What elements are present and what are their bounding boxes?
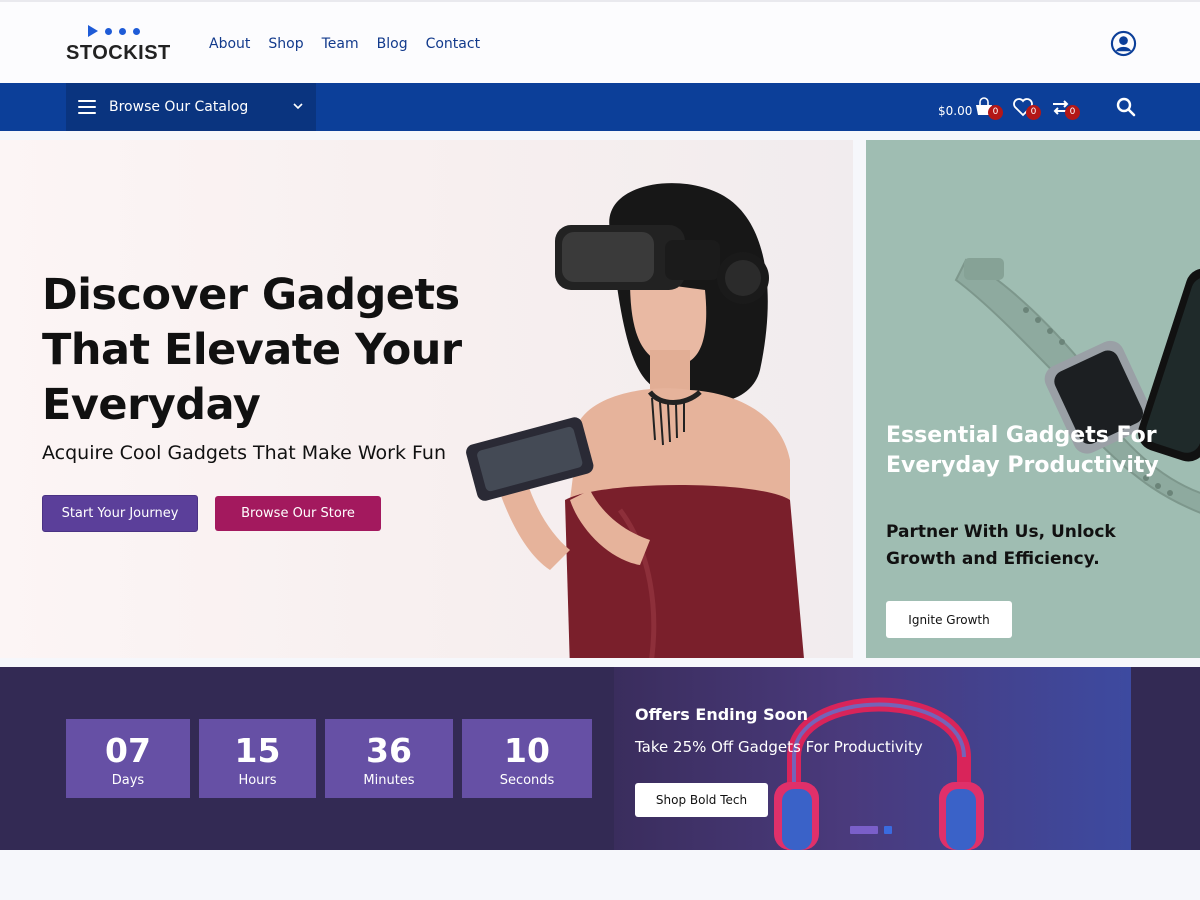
site-header: STOCKIST About Shop Team Blog Contact [0,0,1200,83]
countdown-hours: 15 Hours [199,719,316,798]
catalog-label: Browse Our Catalog [109,99,249,115]
cart-count-badge: 0 [988,105,1003,120]
browse-store-button[interactable]: Browse Our Store [215,496,381,531]
slider-dot-active[interactable] [850,826,878,834]
hero-subtitle: Acquire Cool Gadgets That Make Work Fun [42,442,447,464]
offer-promo-banner: Offers Ending Soon Take 25% Off Gadgets … [614,667,1131,850]
nav-blog[interactable]: Blog [377,36,408,52]
catalog-dropdown[interactable]: Browse Our Catalog [66,83,316,131]
chevron-down-icon [293,103,303,110]
shop-bold-tech-button[interactable]: Shop Bold Tech [635,783,768,817]
countdown-seconds-value: 10 [504,731,550,770]
cart-total: $0.00 [938,104,973,118]
secondary-bar: Browse Our Catalog $0.00 0 0 0 [0,83,1200,131]
countdown-days-label: Days [111,773,145,788]
nav-contact[interactable]: Contact [426,36,480,52]
nav-shop[interactable]: Shop [268,36,303,52]
slider-pagination [850,826,892,834]
start-journey-button[interactable]: Start Your Journey [42,495,198,532]
logo-mark-icon [88,25,140,37]
countdown-seconds-label: Seconds [499,773,555,788]
logo[interactable]: STOCKIST [66,22,176,66]
countdown-minutes-label: Minutes [363,773,415,788]
countdown-hours-label: Hours [238,773,277,788]
wishlist-count-badge: 0 [1026,105,1041,120]
promo-title: Offers Ending Soon [635,705,808,724]
side-banner-description: Partner With Us, Unlock Growth and Effic… [886,522,1116,569]
nav-about[interactable]: About [209,36,250,52]
promo-text: Take 25% Off Gadgets For Productivity [635,738,923,756]
hero-title: Discover Gadgets That Elevate Your Every… [42,270,462,430]
ignite-growth-button[interactable]: Ignite Growth [886,601,1012,638]
countdown-hours-value: 15 [234,731,281,770]
user-circle-icon[interactable] [1110,30,1137,57]
countdown-section: 07 Days 15 Hours 36 Minutes 10 Seconds O… [0,667,1200,850]
headphones-image [774,697,984,850]
countdown-seconds: 10 Seconds [462,719,592,798]
hero-banner: Discover Gadgets That Elevate Your Every… [0,140,853,658]
compare-count-badge: 0 [1065,105,1080,120]
main-nav: About Shop Team Blog Contact [209,36,498,52]
side-banner-title: Essential Gadgets For Everyday Productiv… [886,423,1159,478]
countdown-days-value: 07 [105,731,151,770]
side-promo-banner: Essential Gadgets For Everyday Productiv… [866,140,1200,658]
logo-text: STOCKIST [66,42,171,64]
page-bottom-area [0,850,1200,900]
menu-icon [78,100,96,114]
countdown-minutes-value: 36 [366,731,412,770]
countdown-days: 07 Days [66,719,190,798]
countdown-minutes: 36 Minutes [325,719,453,798]
slider-dot[interactable] [884,826,892,834]
vr-headset-person-image [466,183,804,658]
search-icon[interactable] [1116,97,1136,117]
nav-team[interactable]: Team [322,36,359,52]
